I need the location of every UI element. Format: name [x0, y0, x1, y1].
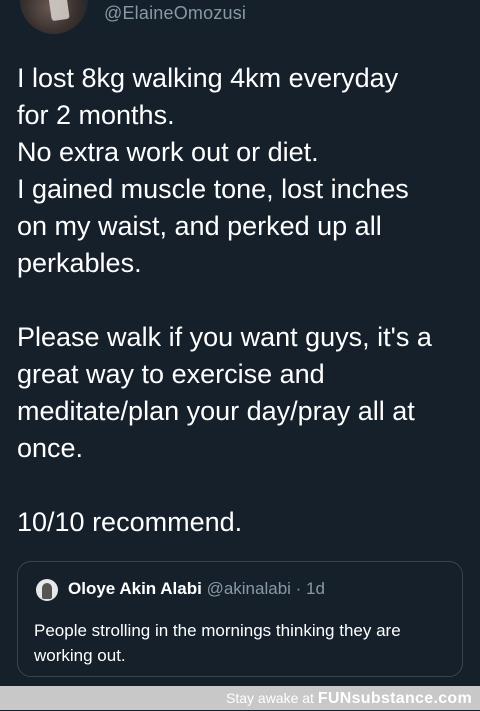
tweet-line: Please walk if you want guys, it's a	[17, 322, 432, 352]
quoted-user-avatar[interactable]	[36, 579, 58, 601]
quoted-tweet-time[interactable]: 1d	[306, 579, 325, 598]
tweet-line: great way to exercise and	[17, 359, 325, 389]
tweet-line: for 2 months.	[17, 100, 175, 130]
tweet-line: perkables.	[17, 248, 142, 278]
quoted-user-name[interactable]: Oloye Akin Alabi	[68, 579, 202, 598]
tweet-line: meditate/plan your day/pray all at	[17, 396, 415, 426]
tweet-line: No extra work out or diet.	[17, 137, 319, 167]
quoted-tweet[interactable]: Oloye Akin Alabi @akinalabi · 1d People …	[17, 561, 463, 677]
tweet-line: I gained muscle tone, lost inches	[17, 174, 409, 204]
quoted-tweet-text: People strolling in the mornings thinkin…	[34, 621, 401, 665]
tweet-text: I lost 8kg walking 4km everyday for 2 mo…	[17, 60, 473, 541]
funsubstance-logo[interactable]: FUNsubstance.com	[318, 690, 472, 707]
user-handle[interactable]: @ElaineOmozusi	[104, 3, 246, 24]
quoted-tweet-header: Oloye Akin Alabi @akinalabi · 1d	[68, 579, 325, 599]
tweet-line: once.	[17, 433, 84, 463]
tweet-line: 10/10 recommend.	[17, 507, 243, 537]
watermark-text: Stay awake at FUNsubstance.com	[226, 686, 472, 710]
tweet-line: on my waist, and perked up all	[17, 211, 382, 241]
quoted-user-handle[interactable]: @akinalabi	[207, 579, 291, 598]
user-avatar[interactable]	[20, 0, 88, 34]
watermark-bar: Stay awake at FUNsubstance.com	[0, 686, 480, 710]
tweet-line: I lost 8kg walking 4km everyday	[17, 63, 399, 93]
watermark-prefix: Stay awake at	[226, 690, 318, 706]
tweet-header: @ElaineOmozusi	[0, 0, 480, 40]
dot-separator: ·	[290, 579, 307, 598]
tweet-card: @ElaineOmozusi I lost 8kg walking 4km ev…	[0, 0, 480, 686]
